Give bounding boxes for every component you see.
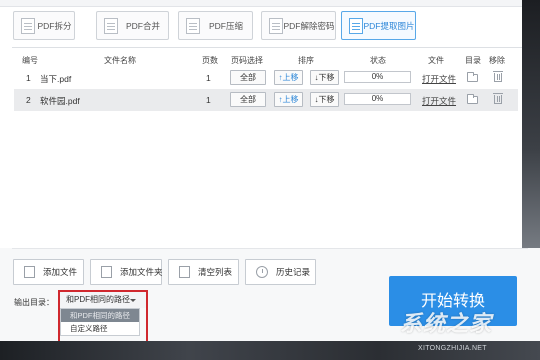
- header-directory: 目录: [465, 56, 481, 65]
- clear-list-label: 清空列表: [198, 267, 233, 277]
- tab-pdf-split-label: PDF拆分: [37, 20, 72, 31]
- row-file-name: 当下.pdf: [40, 74, 72, 84]
- pdf-split-icon: [21, 17, 35, 34]
- watermark-logo: 系统之家: [400, 306, 518, 338]
- dropdown-option-custom-path[interactable]: 自定义路径: [61, 322, 139, 335]
- history-label: 历史记录: [276, 267, 311, 277]
- tab-pdf-merge[interactable]: PDF合并: [96, 11, 169, 40]
- row-pages: 1: [206, 73, 211, 83]
- header-index: 编号: [22, 56, 38, 65]
- trash-icon[interactable]: [493, 93, 503, 104]
- move-down-button[interactable]: ↓下移: [310, 70, 339, 85]
- trash-icon[interactable]: [493, 71, 503, 82]
- table-row[interactable]: 2 软件园.pdf 1 全部 ↑上移 ↓下移 0% 打开文件: [14, 89, 518, 111]
- folder-icon[interactable]: [467, 94, 478, 104]
- watermark-logo-text: 系统之家: [400, 312, 493, 337]
- pdf-merge-icon: [104, 17, 118, 34]
- chevron-down-icon: [130, 299, 136, 302]
- page-select-button[interactable]: 全部: [230, 92, 266, 107]
- output-directory-dropdown: 和PDF相同的路径 自定义路径: [60, 308, 140, 336]
- move-up-button[interactable]: ↑上移: [274, 92, 303, 107]
- tab-pdf-unlock[interactable]: PDF解除密码: [261, 11, 336, 40]
- header-page-select: 页码选择: [231, 56, 263, 65]
- tab-pdf-compress-label: PDF压缩: [208, 20, 243, 31]
- pdf-unlock-icon: [269, 17, 283, 34]
- header-status: 状态: [370, 56, 386, 65]
- history-button[interactable]: 历史记录: [245, 259, 316, 285]
- tab-pdf-compress[interactable]: PDF压缩: [178, 11, 253, 40]
- move-up-button[interactable]: ↑上移: [274, 70, 303, 85]
- header-file-name: 文件名称: [104, 56, 136, 65]
- add-folder-label: 添加文件夹: [120, 267, 163, 277]
- add-file-icon: [24, 266, 35, 278]
- row-pages: 1: [206, 95, 211, 105]
- pdf-compress-icon: [186, 17, 200, 34]
- move-down-button[interactable]: ↓下移: [310, 92, 339, 107]
- header-file: 文件: [428, 56, 444, 65]
- tab-pdf-unlock-label: PDF解除密码: [283, 20, 335, 31]
- pdf-extract-images-icon: [349, 17, 363, 34]
- pdf-converter-window: PDF拆分 PDF合并 PDF压缩 PDF解除密码 PDF提取图片 编号 文件名…: [0, 0, 540, 360]
- row-index: 1: [26, 73, 31, 83]
- file-table-header: 编号 文件名称 页数 页码选择 排序 状态 文件 目录 移除: [14, 53, 518, 67]
- window-top-strip: [0, 0, 540, 7]
- tab-pdf-merge-label: PDF合并: [125, 20, 160, 31]
- output-directory-selected-value: 和PDF相同的路径: [66, 295, 130, 304]
- watermark-url: XITONGZHIJIA.NET: [418, 345, 487, 352]
- clock-icon: [256, 266, 268, 278]
- progress-bar: 0%: [344, 93, 411, 105]
- output-directory-select[interactable]: 和PDF相同的路径: [60, 292, 148, 308]
- clear-list-button[interactable]: 清空列表: [168, 259, 239, 285]
- add-file-label: 添加文件: [43, 267, 78, 277]
- open-file-link[interactable]: 打开文件: [422, 73, 456, 85]
- desktop-background-right: [522, 0, 540, 248]
- table-row[interactable]: 1 当下.pdf 1 全部 ↑上移 ↓下移 0% 打开文件: [14, 67, 518, 89]
- header-sort: 排序: [298, 56, 314, 65]
- progress-bar: 0%: [344, 71, 411, 83]
- row-file-name: 软件园.pdf: [40, 96, 80, 106]
- toolbar-divider: [12, 47, 528, 48]
- output-directory-label: 输出目录：: [14, 298, 54, 307]
- page-select-button[interactable]: 全部: [230, 70, 266, 85]
- row-index: 2: [26, 95, 31, 105]
- add-file-button[interactable]: 添加文件: [13, 259, 84, 285]
- tab-pdf-split[interactable]: PDF拆分: [13, 11, 75, 40]
- dropdown-option-same-path[interactable]: 和PDF相同的路径: [61, 309, 139, 322]
- add-folder-button[interactable]: 添加文件夹: [90, 259, 163, 285]
- trash-icon: [179, 266, 190, 278]
- tab-pdf-extract-images-label: PDF提取图片: [363, 20, 415, 31]
- open-file-link[interactable]: 打开文件: [422, 95, 456, 107]
- header-remove: 移除: [489, 56, 505, 65]
- add-folder-icon: [101, 266, 112, 278]
- bottom-panel-separator: [12, 248, 528, 249]
- header-pages: 页数: [202, 56, 218, 65]
- folder-icon[interactable]: [467, 72, 478, 82]
- tab-pdf-extract-images[interactable]: PDF提取图片: [341, 11, 416, 40]
